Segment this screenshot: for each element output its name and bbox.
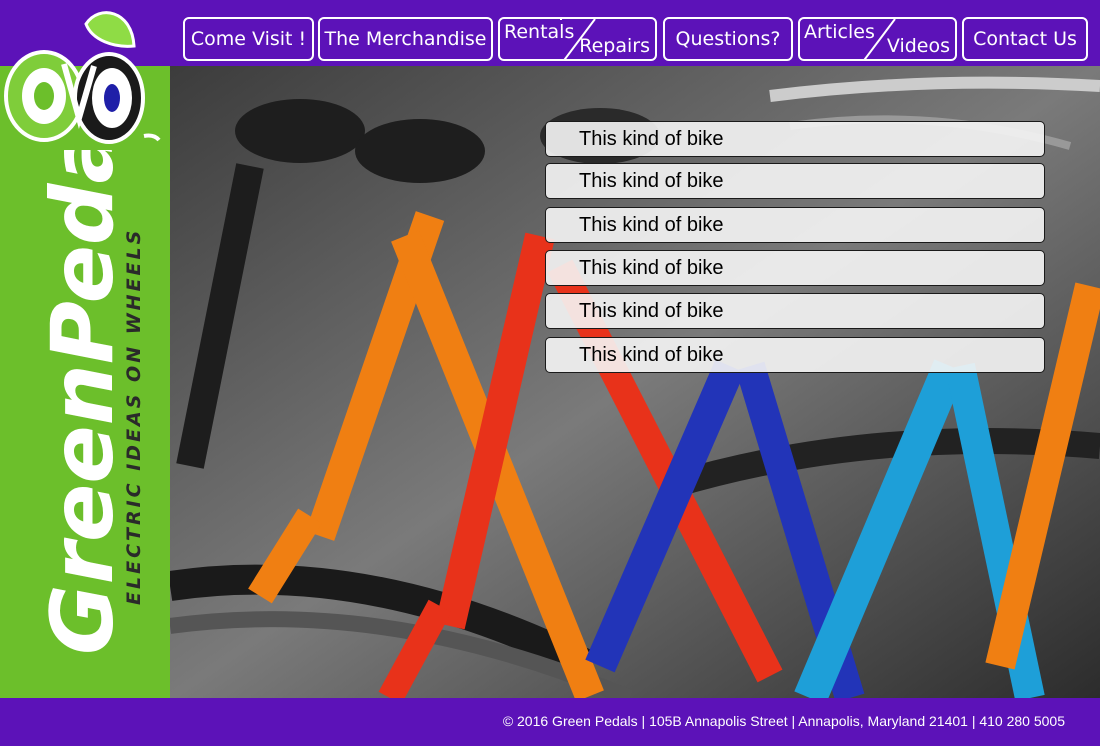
brand-wordmark: GreenPedals ELECTRIC IDEAS ON WHEELS bbox=[33, 150, 145, 655]
bike-panel-label: This kind of bike bbox=[579, 257, 724, 279]
bike-panel-label: This kind of bike bbox=[579, 170, 724, 192]
brand-tagline: ELECTRIC IDEAS ON WHEELS bbox=[123, 228, 145, 605]
nav-questions-button[interactable]: Questions? bbox=[663, 17, 793, 61]
bike-panel[interactable]: This kind of bike bbox=[545, 293, 1045, 329]
nav-repairs-label[interactable]: Repairs bbox=[579, 35, 650, 57]
bike-panel[interactable]: This kind of bike bbox=[545, 207, 1045, 243]
nav-articles-videos-button[interactable]: Articles Videos bbox=[798, 17, 957, 61]
nav-come-visit-label: Come Visit ! bbox=[190, 28, 307, 50]
bike-wheel-logo-icon[interactable] bbox=[4, 6, 166, 146]
nav-rentals-label[interactable]: Rentals bbox=[504, 21, 574, 43]
footer-contact-text: © 2016 Green Pedals | 105B Annapolis Str… bbox=[502, 713, 1065, 729]
bike-panel[interactable]: This kind of bike bbox=[545, 121, 1045, 157]
bike-panel[interactable]: This kind of bike bbox=[545, 337, 1045, 373]
bike-panel[interactable]: This kind of bike bbox=[545, 163, 1045, 199]
nav-contact-label: Contact Us bbox=[973, 28, 1077, 50]
hero-image bbox=[170, 66, 1100, 698]
nav-merchandise-button[interactable]: The Merchandise bbox=[318, 17, 493, 61]
bike-panel-label: This kind of bike bbox=[579, 344, 724, 366]
bike-panel[interactable]: This kind of bike bbox=[545, 250, 1045, 286]
footer: © 2016 Green Pedals | 105B Annapolis Str… bbox=[0, 698, 1100, 746]
nav-questions-label: Questions? bbox=[675, 28, 781, 50]
nav-come-visit-button[interactable]: Come Visit ! bbox=[183, 17, 314, 61]
brand-name: GreenPedals bbox=[33, 150, 133, 655]
nav-rentals-repairs-button[interactable]: Rentals Repairs bbox=[498, 17, 657, 61]
nav-merchandise-label: The Merchandise bbox=[324, 28, 487, 50]
nav-articles-label[interactable]: Articles bbox=[804, 21, 875, 43]
bike-panel-label: This kind of bike bbox=[579, 300, 724, 322]
nav-contact-button[interactable]: Contact Us bbox=[962, 17, 1088, 61]
bicycles-photo-icon bbox=[170, 66, 1100, 698]
bike-panel-label: This kind of bike bbox=[579, 214, 724, 236]
nav-videos-label[interactable]: Videos bbox=[887, 35, 950, 57]
bike-panel-label: This kind of bike bbox=[579, 128, 724, 150]
